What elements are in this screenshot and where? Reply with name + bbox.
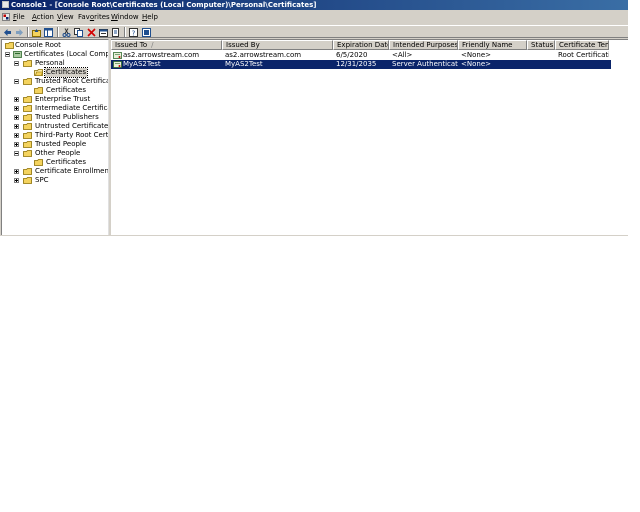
cell-intended-purposes: <All>	[392, 51, 413, 59]
help-button[interactable]: ?	[128, 27, 139, 37]
column-header-issued-by[interactable]: Issued By	[222, 40, 333, 50]
export-list-button[interactable]	[110, 27, 121, 37]
folder-icon	[23, 132, 32, 139]
menu-file[interactable]: File	[12, 12, 26, 23]
certificate-icon	[113, 52, 122, 59]
expand-toggle[interactable]	[14, 142, 19, 147]
folder-icon	[23, 60, 32, 67]
column-header-issued-to[interactable]: Issued To /	[111, 40, 222, 50]
show-hide-tree-button[interactable]	[43, 27, 54, 37]
cell-friendly-name: <None>	[461, 60, 491, 68]
certificate-list[interactable]: Issued To / Issued By Expiration Date Int…	[111, 39, 628, 235]
cell-intended-purposes: Server Authentication	[392, 60, 458, 68]
column-header-expiration-date[interactable]: Expiration Date	[333, 40, 389, 50]
cell-expiration-date: 6/5/2020	[336, 51, 368, 59]
toolbar-separator	[124, 27, 126, 37]
expand-toggle[interactable]	[14, 97, 19, 102]
toolbar-separator	[57, 27, 59, 37]
forward-arrow-icon	[16, 28, 23, 36]
folder-icon	[23, 78, 32, 85]
mmc-window: Console1 - [Console Root\Certificates (L…	[0, 0, 628, 236]
cell-status	[530, 51, 555, 60]
menu-help[interactable]: Help	[141, 12, 159, 23]
toolbar-separator	[27, 27, 29, 37]
mmc-system-menu-icon[interactable]	[2, 13, 10, 21]
delete-button[interactable]	[86, 27, 97, 37]
folder-icon	[34, 87, 43, 94]
copy-button[interactable]	[73, 27, 84, 37]
table-row-selected[interactable]: MyAS2Test MyAS2Test 12/31/2035 Server Au…	[111, 60, 611, 69]
menu-window[interactable]: Window	[110, 12, 140, 23]
open-folder-icon	[34, 69, 43, 76]
cell-expiration-date: 12/31/2035	[336, 60, 377, 68]
expand-toggle[interactable]	[14, 169, 19, 174]
expand-toggle[interactable]	[14, 124, 19, 129]
back-button[interactable]	[2, 27, 13, 37]
cut-button[interactable]	[61, 27, 72, 37]
collapse-toggle[interactable]	[14, 61, 19, 66]
cut-icon	[62, 27, 71, 37]
list-header: Issued To / Issued By Expiration Date Int…	[111, 40, 628, 50]
properties-button[interactable]	[98, 27, 109, 37]
back-arrow-icon	[4, 28, 11, 36]
help-icon: ?	[129, 27, 138, 37]
menu-action[interactable]: Action	[31, 12, 55, 23]
collapse-toggle[interactable]	[14, 79, 19, 84]
delete-icon	[87, 27, 96, 37]
folder-icon	[34, 159, 43, 166]
table-row[interactable]: as2.arrowstream.com as2.arrowstream.com …	[111, 51, 611, 60]
column-header-intended-purposes[interactable]: Intended Purposes	[389, 40, 458, 50]
cell-certificate-template: Root Certification Authority	[558, 51, 609, 59]
folder-icon	[23, 105, 32, 112]
tree-item-label-selected: Certificates	[43, 67, 89, 78]
mmc-console-icon	[142, 27, 151, 37]
cell-issued-by: MyAS2Test	[225, 60, 263, 68]
certificate-store-icon	[13, 51, 22, 58]
export-list-icon	[112, 27, 119, 37]
expand-toggle[interactable]	[14, 115, 19, 120]
folder-icon	[23, 114, 32, 121]
folder-icon	[23, 177, 32, 184]
expand-toggle[interactable]	[14, 178, 19, 183]
up-one-level-button[interactable]	[31, 27, 42, 37]
folder-icon	[23, 123, 32, 130]
column-header-status[interactable]: Status	[527, 40, 555, 50]
cell-friendly-name: <None>	[461, 51, 491, 59]
expand-toggle[interactable]	[14, 133, 19, 138]
folder-icon	[23, 150, 32, 157]
cell-issued-by: as2.arrowstream.com	[225, 51, 302, 59]
window-title: Console1 - [Console Root\Certificates (L…	[11, 1, 317, 9]
copy-icon	[74, 27, 83, 37]
up-folder-icon	[32, 28, 41, 37]
cell-issued-to: MyAS2Test	[123, 60, 161, 68]
show-tree-icon	[44, 27, 53, 37]
column-header-certificate-template[interactable]: Certificate Template	[555, 40, 609, 50]
mmc-console-button[interactable]	[141, 27, 152, 37]
folder-icon	[5, 42, 14, 49]
menu-favorites[interactable]: Favorites	[77, 12, 111, 23]
menu-view[interactable]: View	[56, 12, 75, 23]
cell-certificate-template	[558, 60, 609, 69]
expand-toggle[interactable]	[14, 106, 19, 111]
properties-icon	[99, 28, 108, 37]
toolbar: ?	[0, 25, 628, 38]
sort-arrow-icon: /	[151, 41, 154, 49]
menu-bar: File Action View Favorites Window Help	[0, 12, 628, 23]
title-bar[interactable]: Console1 - [Console Root\Certificates (L…	[0, 0, 628, 10]
collapse-toggle[interactable]	[14, 151, 19, 156]
console-tree[interactable]: Console Root Certificates (Local Compute…	[1, 39, 109, 235]
folder-icon	[23, 96, 32, 103]
collapse-toggle[interactable]	[5, 52, 10, 57]
column-header-friendly-name[interactable]: Friendly Name	[458, 40, 527, 50]
svg-text:?: ?	[132, 29, 136, 37]
cell-issued-to: as2.arrowstream.com	[123, 51, 200, 59]
certificate-icon	[113, 61, 122, 68]
folder-icon	[23, 141, 32, 148]
forward-button[interactable]	[14, 27, 25, 37]
mmc-app-icon[interactable]	[2, 1, 9, 8]
folder-icon	[23, 168, 32, 175]
cell-status	[530, 60, 555, 69]
